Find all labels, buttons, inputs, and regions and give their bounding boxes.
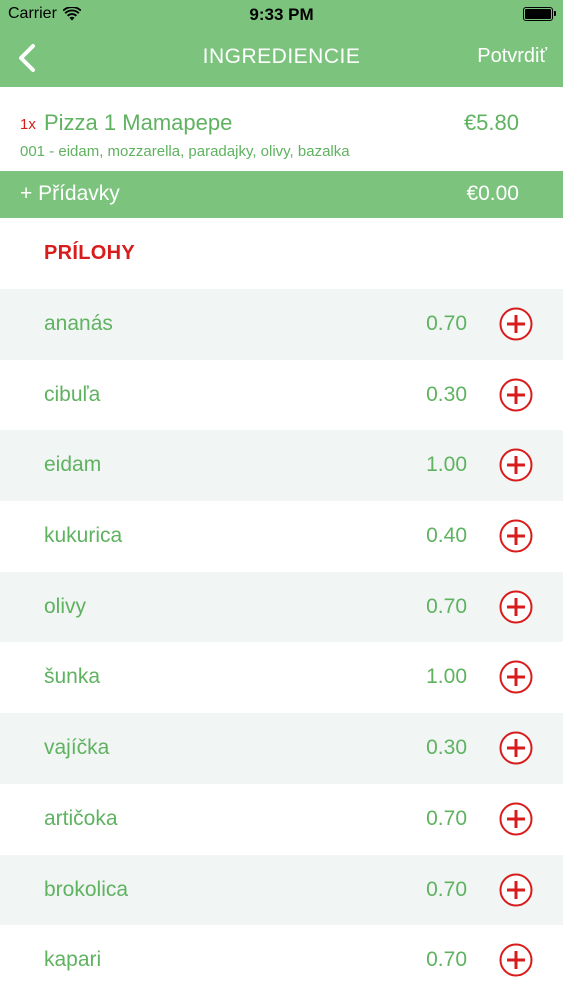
battery-icon (523, 7, 556, 21)
add-ingredient-button[interactable] (499, 873, 533, 907)
confirm-button[interactable]: Potvrdiť (477, 45, 547, 68)
ingredient-name: kukurica (44, 524, 123, 548)
order-quantity: 1x (20, 116, 36, 133)
plus-circle-icon (499, 307, 533, 341)
order-summary: 1x Pizza 1 Mamapepe €5.80 001 - eidam, m… (0, 87, 563, 171)
ingredient-name: eidam (44, 453, 102, 477)
extras-label: + Přídavky (20, 182, 120, 205)
ingredient-price: 0.40 (426, 524, 467, 548)
ingredient-name: artičoka (44, 806, 118, 830)
plus-circle-icon (499, 448, 533, 482)
ingredient-row: cibuľa 0.30 (0, 359, 563, 431)
ingredient-row: artičoka 0.70 (0, 783, 563, 855)
add-ingredient-button[interactable] (499, 307, 533, 341)
ingredient-price: 0.70 (426, 312, 467, 335)
status-bar: Carrier 9:33 PM (0, 0, 563, 29)
add-ingredient-button[interactable] (499, 660, 533, 694)
add-ingredient-button[interactable] (499, 943, 533, 977)
plus-circle-icon (499, 873, 533, 906)
extras-price: €0.00 (466, 182, 519, 205)
ingredient-name: olivy (44, 594, 87, 618)
status-time: 9:33 PM (249, 5, 314, 24)
add-ingredient-button[interactable] (499, 448, 533, 482)
ingredient-row: vajíčka 0.30 (0, 713, 563, 784)
ingredient-row: brokolica 0.70 (0, 854, 563, 926)
ingredient-price: 0.30 (426, 382, 467, 406)
ingredient-price: 0.70 (426, 806, 467, 830)
plus-circle-icon (499, 590, 533, 624)
section-header: PRÍLOHY (0, 218, 563, 289)
ingredient-row: olivy 0.70 (0, 571, 563, 643)
ingredient-name: cibuľa (44, 382, 101, 406)
plus-circle-icon (499, 731, 533, 765)
ingredient-name: šunka (44, 665, 101, 689)
section-title: PRÍLOHY (44, 242, 135, 264)
ingredient-price: 0.30 (426, 736, 467, 760)
ingredient-price: 0.70 (426, 594, 467, 618)
add-ingredient-button[interactable] (499, 519, 533, 553)
ingredient-name: vajíčka (44, 736, 110, 760)
order-item-name: Pizza 1 Mamapepe (44, 110, 233, 135)
ingredient-price: 0.70 (426, 877, 467, 901)
plus-circle-icon (499, 943, 533, 977)
plus-circle-icon (499, 378, 533, 412)
ingredient-row: kukurica 0.40 (0, 501, 563, 572)
nav-bar: INGREDIENCIE Potvrdiť (0, 29, 563, 87)
extras-bar[interactable]: + Přídavky €0.00 (0, 171, 563, 218)
order-item-price: €5.80 (463, 110, 519, 135)
plus-circle-icon (499, 519, 533, 553)
ingredient-row: šunka 1.00 (0, 642, 563, 714)
add-ingredient-button[interactable] (499, 590, 533, 624)
ingredient-list: ananás 0.70 cibuľa 0.30 eidam 1.00 kukur… (0, 289, 563, 996)
add-ingredient-button[interactable] (499, 802, 533, 836)
ingredient-name: ananás (44, 312, 113, 335)
ingredient-row: eidam 1.00 (0, 430, 563, 502)
add-ingredient-button[interactable] (499, 378, 533, 412)
ingredient-price: 1.00 (426, 453, 467, 477)
add-ingredient-button[interactable] (499, 731, 533, 765)
ingredient-price: 1.00 (426, 665, 467, 689)
ingredient-row: ananás 0.70 (0, 289, 563, 360)
ingredient-row: kapari 0.70 (0, 925, 563, 996)
plus-circle-icon (499, 660, 533, 694)
ingredient-name: kapari (44, 948, 102, 972)
plus-circle-icon (499, 802, 533, 836)
ingredient-price: 0.70 (426, 948, 467, 972)
order-item-description: 001 - eidam, mozzarella, paradajky, oliv… (20, 143, 350, 160)
ingredient-name: brokolica (44, 877, 129, 901)
